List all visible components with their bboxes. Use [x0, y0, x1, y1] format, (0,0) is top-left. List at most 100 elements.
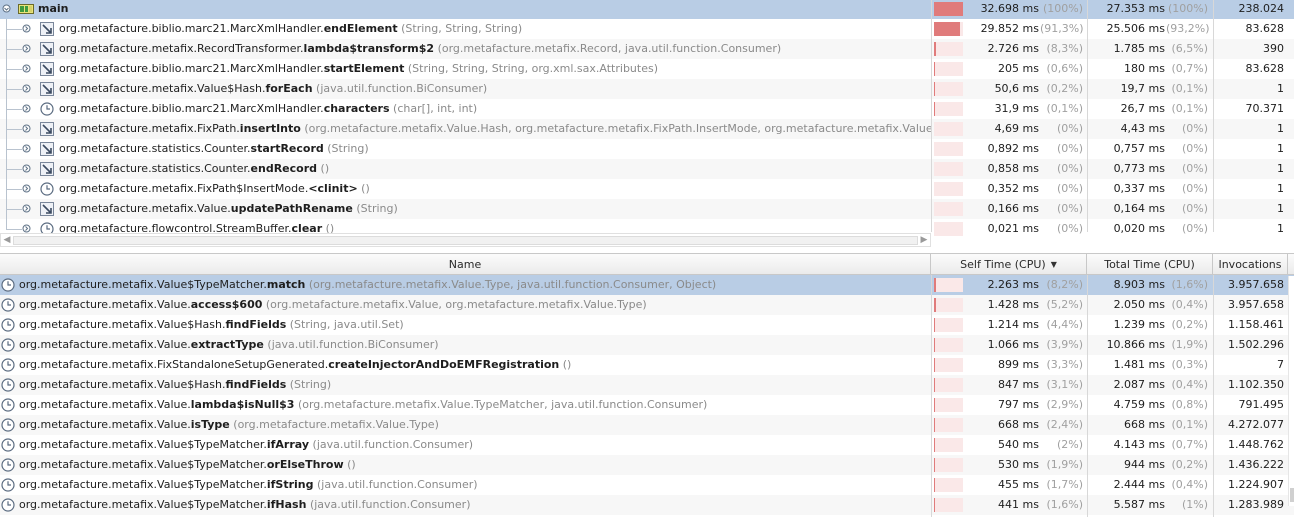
hotspot-name: org.metafacture.metafix.Value$TypeMatche…	[0, 275, 931, 295]
invocations: 1.224.907	[1228, 478, 1284, 491]
column-header-name[interactable]: Name	[0, 254, 931, 275]
vertical-scrollbar[interactable]	[1288, 276, 1294, 516]
class-name: org.metafacture.metafix.Value.	[59, 202, 231, 215]
method-icon	[40, 42, 54, 56]
hotspot-name: org.metafacture.metafix.Value$TypeMatche…	[0, 435, 931, 455]
tree-row[interactable]: org.metafacture.metafix.FixPath.insertIn…	[0, 119, 1294, 139]
method-name: findFields	[225, 318, 287, 331]
table-row[interactable]: org.metafacture.metafix.Value.lambda$isN…	[0, 395, 1294, 415]
table-row[interactable]: org.metafacture.metafix.FixStandaloneSet…	[0, 355, 1294, 375]
total-time: 2.050 ms	[1113, 298, 1165, 311]
hotspot-name: org.metafacture.metafix.Value$Hash.findF…	[0, 315, 931, 335]
tree-row[interactable]: main 32.698 ms (100%) 27.353 ms (100%) 238.02…	[0, 0, 1294, 19]
self-time-bar	[934, 182, 963, 196]
expand-toggle-icon[interactable]	[22, 164, 31, 173]
self-time-bar-fill	[934, 2, 963, 16]
horizontal-scrollbar[interactable]: ◀ ▶	[0, 233, 931, 247]
self-time-percent: (4,4%)	[1046, 318, 1083, 331]
tree-row[interactable]: org.metafacture.metafix.FixPath$InsertMo…	[0, 179, 1294, 199]
invocations: 83.628	[1245, 62, 1285, 75]
method-signature: org.metafacture.metafix.Value.access$600…	[19, 298, 647, 312]
expand-toggle-icon[interactable]	[22, 44, 31, 53]
table-row[interactable]: org.metafacture.metafix.Value$TypeMatche…	[0, 495, 1294, 515]
expand-toggle-icon[interactable]	[22, 124, 31, 133]
total-time: 26,7 ms	[1120, 102, 1165, 115]
class-name: org.metafacture.metafix.FixPath.	[59, 122, 240, 135]
method-params: (String)	[289, 378, 332, 391]
column-separator	[1087, 0, 1088, 232]
expand-toggle-icon[interactable]	[22, 204, 31, 213]
table-row[interactable]: org.metafacture.metafix.Value.access$600…	[0, 295, 1294, 315]
column-header-self-time[interactable]: Self Time (CPU) ▼	[931, 254, 1087, 275]
self-time: 441 ms	[998, 498, 1039, 511]
tree-row-name: main	[0, 0, 931, 19]
clock-icon	[40, 102, 54, 116]
expand-toggle-icon[interactable]	[22, 144, 31, 153]
class-name: org.metafacture.biblio.marc21.MarcXmlHan…	[59, 62, 324, 75]
self-time: 31,9 ms	[994, 102, 1039, 115]
clock-icon	[40, 182, 54, 196]
self-time: 0,166 ms	[987, 202, 1039, 215]
method-name: createInjectorAndDoEMFRegistration	[328, 358, 560, 371]
tree-row[interactable]: org.metafacture.statistics.Counter.start…	[0, 139, 1294, 159]
method-params: (org.metafacture.metafix.Value.Type, jav…	[308, 278, 717, 291]
total-time: 8.903 ms	[1113, 278, 1165, 291]
hotspot-name: org.metafacture.metafix.Value$TypeMatche…	[0, 495, 931, 515]
total-time: 4.143 ms	[1113, 438, 1165, 451]
self-time-percent: (1,7%)	[1046, 478, 1083, 491]
total-time: 1.785 ms	[1113, 42, 1165, 55]
method-name: forEach	[265, 82, 313, 95]
method-name: access$600	[190, 298, 263, 311]
method-icon	[40, 162, 54, 176]
expand-toggle-icon[interactable]	[22, 104, 31, 113]
total-time-percent: (0,8%)	[1171, 398, 1208, 411]
method-params: (org.metafacture.metafix.Record, java.ut…	[437, 42, 782, 55]
table-row[interactable]: org.metafacture.metafix.Value$TypeMatche…	[0, 455, 1294, 475]
method-name: insertInto	[239, 122, 301, 135]
expand-toggle-icon[interactable]	[2, 4, 11, 13]
column-header-label: Invocations	[1218, 258, 1282, 271]
table-row[interactable]: org.metafacture.metafix.Value.isType (or…	[0, 415, 1294, 435]
expand-toggle-icon[interactable]	[22, 184, 31, 193]
tree-row[interactable]: org.metafacture.metafix.Value.updatePath…	[0, 199, 1294, 219]
tree-row[interactable]: org.metafacture.metafix.RecordTransforme…	[0, 39, 1294, 59]
column-header-invocations[interactable]: Invocations	[1213, 254, 1288, 275]
self-time: 540 ms	[998, 438, 1039, 451]
thread-name: main	[38, 2, 69, 15]
tree-row[interactable]: org.metafacture.biblio.marc21.MarcXmlHan…	[0, 19, 1294, 39]
table-row[interactable]: org.metafacture.metafix.Value$Hash.findF…	[0, 375, 1294, 395]
method-signature: org.metafacture.metafix.Value.updatePath…	[59, 202, 398, 216]
expand-toggle-icon[interactable]	[22, 24, 31, 33]
column-header-total-time[interactable]: Total Time (CPU)	[1087, 254, 1213, 275]
scroll-right-icon[interactable]: ▶	[919, 235, 929, 246]
tree-row[interactable]: org.metafacture.biblio.marc21.MarcXmlHan…	[0, 99, 1294, 119]
table-row[interactable]: org.metafacture.metafix.Value$TypeMatche…	[0, 435, 1294, 455]
table-row[interactable]: org.metafacture.metafix.Value$Hash.findF…	[0, 315, 1294, 335]
table-row[interactable]: org.metafacture.metafix.Value$TypeMatche…	[0, 275, 1294, 295]
total-time-percent: (0%)	[1181, 122, 1208, 135]
tree-row[interactable]: org.metafacture.statistics.Counter.endRe…	[0, 159, 1294, 179]
column-separator	[931, 275, 932, 517]
total-time-percent: (0,4%)	[1171, 478, 1208, 491]
method-signature: org.metafacture.statistics.Counter.endRe…	[59, 162, 329, 176]
self-time: 50,6 ms	[994, 82, 1039, 95]
method-name: orElseThrow	[266, 458, 344, 471]
expand-toggle-icon[interactable]	[22, 64, 31, 73]
table-row[interactable]: org.metafacture.metafix.Value$TypeMatche…	[0, 475, 1294, 495]
invocations: 4.272.077	[1228, 418, 1284, 431]
clock-icon	[1, 438, 15, 452]
expand-toggle-icon[interactable]	[22, 224, 31, 233]
tree-row[interactable]: org.metafacture.metafix.Value$Hash.forEa…	[0, 79, 1294, 99]
table-row[interactable]: org.metafacture.metafix.Value.extractTyp…	[0, 335, 1294, 355]
class-name: org.metafacture.metafix.FixStandaloneSet…	[19, 358, 329, 371]
invocations: 83.628	[1245, 22, 1285, 35]
self-time: 0,892 ms	[987, 142, 1039, 155]
total-time: 5.587 ms	[1113, 498, 1165, 511]
tree-row[interactable]: org.metafacture.biblio.marc21.MarcXmlHan…	[0, 59, 1294, 79]
invocations: 1	[1277, 142, 1284, 155]
expand-toggle-icon[interactable]	[22, 84, 31, 93]
scroll-left-icon[interactable]: ◀	[2, 235, 12, 246]
method-params: (java.util.function.Consumer)	[317, 478, 478, 491]
scrollbar-thumb[interactable]	[13, 236, 918, 245]
method-icon	[40, 142, 54, 156]
